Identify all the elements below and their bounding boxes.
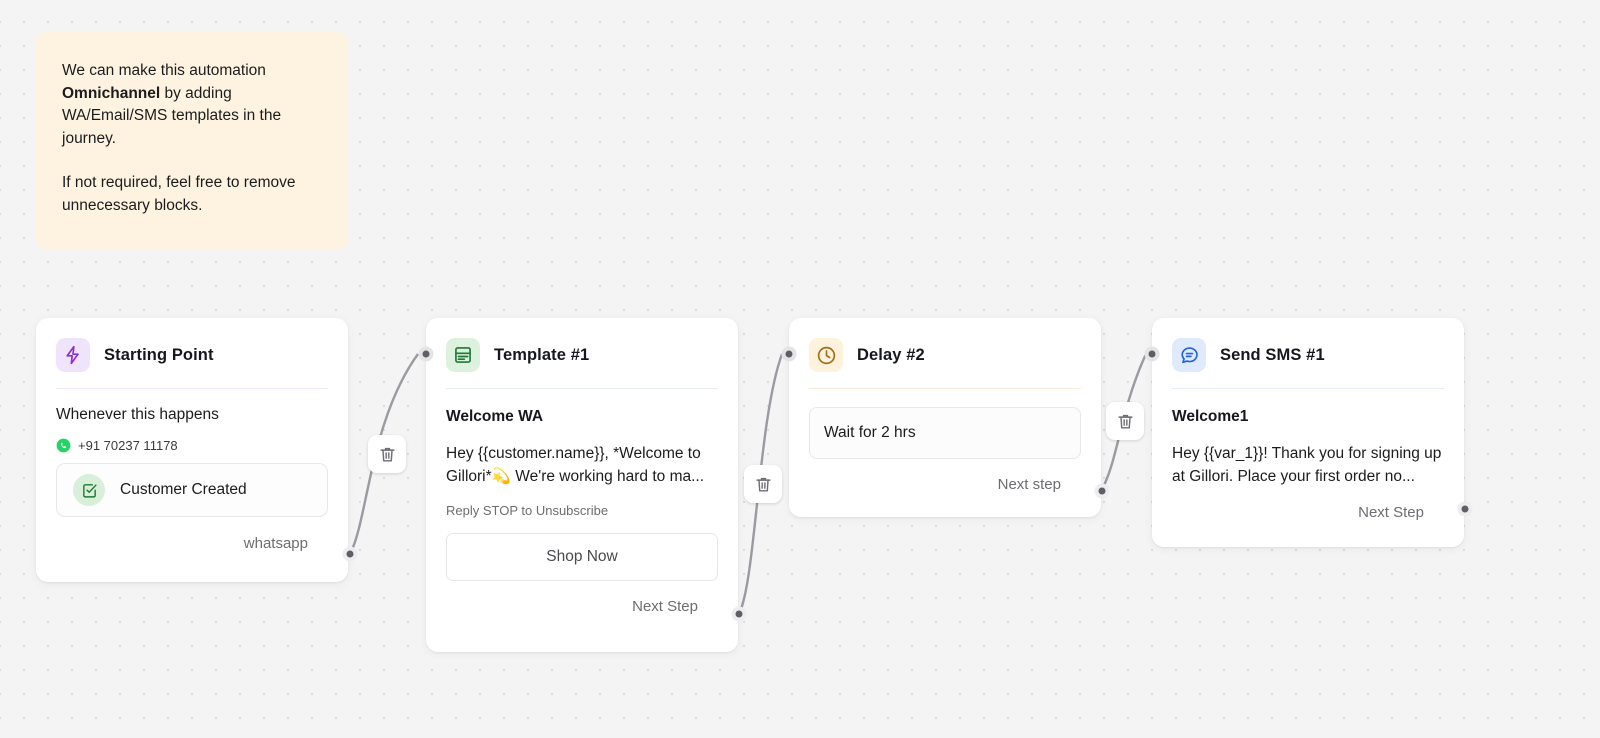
output-port-next-step[interactable] <box>1457 501 1473 517</box>
flow-canvas[interactable]: We can make this automation Omnichannel … <box>0 0 1600 738</box>
delete-edge-button-2[interactable] <box>744 465 782 503</box>
input-port[interactable] <box>1144 346 1160 362</box>
node-starting-point[interactable]: Starting Point Whenever this happens +91… <box>36 318 358 582</box>
input-port[interactable] <box>418 346 434 362</box>
output-port-whatsapp[interactable] <box>342 546 358 562</box>
sms-bubble-icon <box>1172 338 1206 372</box>
shop-now-button[interactable]: Shop Now <box>446 533 718 581</box>
node-send-sms-1[interactable]: Send SMS #1 Welcome1 Hey {{var_1}}! Than… <box>1144 318 1473 547</box>
node-header: Send SMS #1 <box>1152 318 1464 372</box>
trigger-event-chip[interactable]: Customer Created <box>56 463 328 517</box>
unsubscribe-note: Reply STOP to Unsubscribe <box>446 503 609 518</box>
message-text-post: We're working hard to ma... <box>510 468 705 485</box>
node-body: Welcome1 Hey {{var_1}}! Thank you for si… <box>1152 408 1464 521</box>
trash-icon <box>755 477 771 492</box>
output-label: Next step <box>997 476 1061 493</box>
checkbox-check-icon <box>73 474 105 506</box>
output-row: Next Step <box>446 598 718 615</box>
node-title: Template #1 <box>494 345 590 364</box>
delete-edge-button-3[interactable] <box>1106 402 1144 440</box>
whatsapp-icon <box>56 438 71 453</box>
header-divider <box>809 388 1081 389</box>
input-port[interactable] <box>781 346 797 362</box>
dizzy-emoji-icon: 💫 <box>491 468 511 485</box>
output-label: whatsapp <box>243 535 308 552</box>
node-title: Send SMS #1 <box>1220 345 1325 364</box>
note-text-bold: Omnichannel <box>62 84 161 102</box>
node-header: Delay #2 <box>789 318 1101 372</box>
output-row: Next Step <box>1172 504 1444 521</box>
trigger-phone-number: +91 70237 11178 <box>78 438 178 453</box>
delay-duration-input[interactable]: Wait for 2 hrs <box>809 407 1081 459</box>
node-body: Whenever this happens +91 70237 11178 Cu… <box>36 406 348 552</box>
header-divider <box>56 388 328 389</box>
output-row: Next step <box>809 476 1081 493</box>
delete-edge-button-1[interactable] <box>368 435 406 473</box>
trigger-event-label: Customer Created <box>120 481 247 498</box>
header-divider <box>1172 388 1444 389</box>
note-text-prefix: We can make this automation <box>62 62 266 79</box>
template-message-title: Welcome WA <box>446 408 544 425</box>
trigger-subtitle: Whenever this happens <box>56 406 219 423</box>
template-icon <box>446 338 480 372</box>
sms-message-body: Hey {{var_1}}! Thank you for signing up … <box>1172 445 1442 485</box>
node-template-1[interactable]: Template #1 Welcome WA Hey {{customer.na… <box>418 318 747 652</box>
output-port-next-step[interactable] <box>731 606 747 622</box>
output-label: Next Step <box>1358 504 1424 521</box>
node-title: Starting Point <box>104 345 214 364</box>
template-message-body: Hey {{customer.name}}, *Welcome to Gillo… <box>446 442 718 488</box>
phone-row: +91 70237 11178 <box>56 438 328 453</box>
annotation-note: We can make this automation Omnichannel … <box>36 32 348 249</box>
lightning-bolt-icon <box>56 338 90 372</box>
node-header: Starting Point <box>36 318 348 372</box>
header-divider <box>446 388 718 389</box>
trash-icon <box>1117 414 1133 429</box>
node-delay-2[interactable]: Delay #2 Wait for 2 hrs Next step <box>781 318 1110 517</box>
note-paragraph-1: We can make this automation Omnichannel … <box>62 60 322 150</box>
node-title: Delay #2 <box>857 345 925 364</box>
node-body: Welcome WA Hey {{customer.name}}, *Welco… <box>426 408 738 615</box>
output-row: whatsapp <box>56 535 328 552</box>
output-label: Next Step <box>632 598 698 615</box>
clock-icon <box>809 338 843 372</box>
sms-message-title: Welcome1 <box>1172 408 1249 425</box>
output-port-next-step[interactable] <box>1094 483 1110 499</box>
trash-icon <box>379 447 395 462</box>
node-body: Wait for 2 hrs Next step <box>789 407 1101 493</box>
note-paragraph-2: If not required, feel free to remove unn… <box>62 174 296 214</box>
node-header: Template #1 <box>426 318 738 372</box>
